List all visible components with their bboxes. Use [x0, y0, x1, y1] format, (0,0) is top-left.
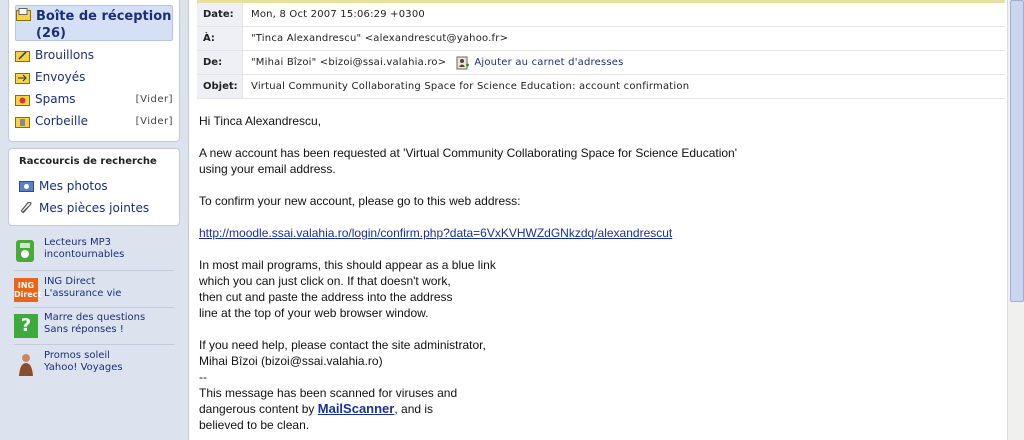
folder-label: Envoyés [35, 70, 86, 84]
to-label: À: [197, 27, 243, 50]
greeting: Hi Tinca Alexandrescu, [199, 114, 322, 128]
folder-panel: Boîte de réception (26) Brouillons Envoy… [8, 0, 180, 142]
promo-questions[interactable]: ? Marre des questions Sans réponses ! [14, 312, 174, 346]
body-text: believed to be clean. [199, 418, 310, 432]
promo-yahoo-voyages[interactable]: Promos soleil Yahoo! Voyages [14, 350, 174, 384]
search-shortcuts-panel: Raccourcis de recherche Mes photos Mes p… [8, 148, 180, 226]
folder-label: Brouillons [35, 48, 95, 62]
photo-icon [19, 180, 34, 192]
body-text: In most mail programs, this should appea… [199, 258, 496, 272]
folder-drafts[interactable]: Brouillons [15, 45, 173, 65]
mailscanner-link[interactable]: MailScanner [318, 401, 395, 416]
from-value-cell: "Mihai Bîzoi" <bizoi@ssai.valahia.ro> Aj… [243, 51, 1005, 74]
body-text: To confirm your new account, please go t… [199, 194, 521, 208]
message-headers: Date: Mon, 8 Oct 2007 15:06:29 +0300 À: … [197, 0, 1005, 99]
drafts-folder-icon [15, 50, 30, 62]
header-date-row: Date: Mon, 8 Oct 2007 15:06:29 +0300 [197, 3, 1005, 27]
question-icon: ? [14, 314, 38, 338]
sent-folder-icon [15, 72, 30, 84]
folder-inbox[interactable]: Boîte de réception (26) [15, 5, 173, 41]
scan-line: dangerous content by MailScanner, and is [199, 401, 899, 417]
divider [14, 344, 174, 345]
shortcut-my-attachments[interactable]: Mes pièces jointes [19, 199, 149, 217]
empty-spam-link[interactable]: [Vider] [136, 94, 173, 105]
folder-label: Spams [35, 92, 76, 106]
confirmation-link[interactable]: http://moodle.ssai.valahia.ro/login/conf… [199, 226, 672, 240]
message-pane: Date: Mon, 8 Oct 2007 15:06:29 +0300 À: … [188, 0, 1024, 440]
promo-text: Marre des questions Sans réponses ! [44, 312, 146, 335]
date-label: Date: [197, 3, 243, 26]
folder-sent[interactable]: Envoyés [15, 67, 173, 87]
traveler-icon [19, 354, 33, 376]
ing-direct-icon: ING Direct [14, 278, 41, 302]
body-text: This message has been scanned for viruse… [199, 386, 458, 400]
paperclip-icon [21, 201, 32, 213]
scrollbar[interactable] [1007, 0, 1024, 440]
body-text: line at the top of your web browser wind… [199, 306, 429, 320]
mp3-player-icon [16, 240, 34, 262]
subject-value: Virtual Community Collaborating Space fo… [251, 81, 690, 92]
add-to-address-book-label: Ajouter au carnet d'adresses [474, 57, 624, 68]
promo-ing-direct[interactable]: ING Direct ING Direct L'assurance vie [14, 276, 174, 310]
subject-label: Objet: [197, 75, 243, 98]
body-text: If you need help, please contact the sit… [199, 338, 486, 352]
body-text: Mihai Bîzoi (bizoi@ssai.valahia.ro) [199, 354, 383, 368]
folder-spam[interactable]: Spams [Vider] [15, 89, 173, 109]
promo-mp3[interactable]: Lecteurs MP3 incontournables [14, 237, 174, 271]
header-to-row: À: "Tinca Alexandrescu" <alexandrescut@y… [197, 27, 1005, 51]
divider [14, 270, 174, 271]
promo-text: Lecteurs MP3 incontournables [44, 237, 125, 260]
from-label: De: [197, 51, 243, 74]
add-to-address-book-link[interactable]: Ajouter au carnet d'adresses [456, 56, 623, 70]
message-body: Hi Tinca Alexandrescu, A new account has… [199, 113, 899, 433]
to-value: "Tinca Alexandrescu" <alexandrescut@yaho… [251, 33, 509, 44]
inbox-folder-icon [16, 8, 31, 21]
shortcut-my-photos[interactable]: Mes photos [19, 177, 108, 195]
body-text: , and is [394, 402, 434, 416]
promo-text: ING Direct L'assurance vie [44, 276, 122, 299]
body-text: using your email address. [199, 162, 336, 176]
body-text: A new account has been requested at 'Vir… [199, 146, 738, 160]
body-text: dangerous content by [199, 402, 318, 416]
sidebar: Boîte de réception (26) Brouillons Envoy… [0, 0, 188, 440]
trash-folder-icon [15, 116, 30, 128]
promo-text: Promos soleil Yahoo! Voyages [44, 350, 123, 373]
search-shortcuts-title: Raccourcis de recherche [19, 156, 157, 167]
empty-trash-link[interactable]: [Vider] [136, 116, 173, 127]
from-value: "Mihai Bîzoi" <bizoi@ssai.valahia.ro> [251, 57, 447, 68]
shortcut-label: Mes pièces jointes [39, 201, 150, 215]
folder-label: Corbeille [35, 114, 89, 128]
divider [14, 307, 174, 308]
spam-folder-icon [15, 94, 30, 106]
signature-separator: -- [199, 370, 207, 384]
body-text: which you can just click on. If that doe… [199, 274, 451, 288]
shortcut-label: Mes photos [39, 179, 108, 193]
date-value: Mon, 8 Oct 2007 15:06:29 +0300 [251, 9, 425, 20]
folder-trash[interactable]: Corbeille [Vider] [15, 111, 173, 131]
body-text: then cut and paste the address into the … [199, 290, 453, 304]
address-book-icon [456, 56, 470, 69]
header-from-row: De: "Mihai Bîzoi" <bizoi@ssai.valahia.ro… [197, 51, 1005, 75]
folder-label: Boîte de réception (26) [36, 9, 172, 41]
header-subject-row: Objet: Virtual Community Collaborating S… [197, 75, 1005, 99]
scrollbar-thumb[interactable] [1010, 0, 1024, 302]
